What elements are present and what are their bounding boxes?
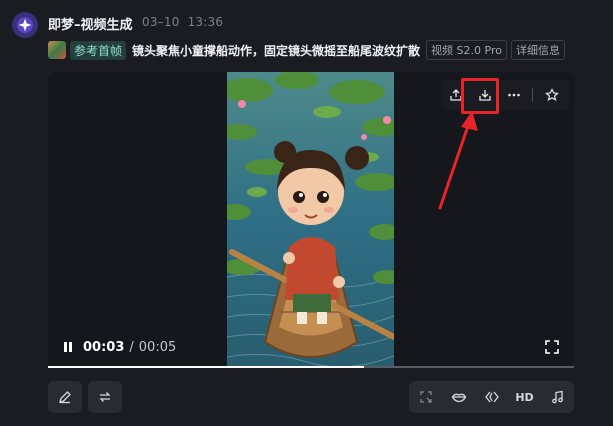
lip-sync-icon xyxy=(451,393,466,403)
regenerate-icon xyxy=(99,392,111,402)
fullscreen-button[interactable] xyxy=(545,339,561,355)
sparkle-logo-icon xyxy=(17,17,33,33)
fullscreen-icon xyxy=(545,340,559,354)
prompt-text: 镜头聚焦小童撑船动作，固定镜头微摇至船尾波纹扩散 xyxy=(132,43,421,58)
toolbar-divider xyxy=(532,88,533,102)
more-icon xyxy=(507,93,520,97)
current-time: 00:03 xyxy=(83,339,125,355)
total-time: 00:05 xyxy=(138,339,177,355)
edit-button[interactable] xyxy=(48,381,82,413)
hd-icon: HD xyxy=(515,390,534,404)
reference-frame-thumbnail[interactable] xyxy=(48,41,66,59)
app-title: 即梦–视频生成 xyxy=(48,18,133,33)
video-frame-illustration xyxy=(227,72,394,367)
time-separator: / xyxy=(129,339,134,355)
time-text: 13:36 xyxy=(187,15,224,29)
interpolate-button[interactable] xyxy=(475,381,508,413)
video-frame xyxy=(227,72,394,367)
reference-frame-label[interactable]: 参考首帧 xyxy=(70,40,127,60)
timestamp: 03–10 13:36 xyxy=(142,15,223,29)
edit-icon xyxy=(59,391,71,404)
more-button[interactable] xyxy=(499,80,528,110)
pause-icon xyxy=(64,342,72,352)
red-arrow-annotation xyxy=(438,111,478,210)
video-progress-fill xyxy=(48,366,364,368)
pause-button[interactable] xyxy=(60,339,76,355)
favorite-button[interactable] xyxy=(537,80,566,110)
details-button[interactable]: 详细信息 xyxy=(510,40,565,60)
lip-sync-button[interactable] xyxy=(442,381,475,413)
frame-select-button[interactable] xyxy=(409,381,442,413)
video-player[interactable]: 00:03 / 00:05 xyxy=(48,72,574,367)
playback-controls: 00:03 / 00:05 xyxy=(60,339,176,355)
music-icon xyxy=(551,390,563,404)
star-icon xyxy=(544,88,559,102)
hd-button[interactable]: HD xyxy=(508,381,541,413)
video-progress-bar[interactable] xyxy=(48,366,574,368)
date-text: 03–10 xyxy=(142,15,180,29)
frame-select-icon xyxy=(419,391,432,403)
bottom-tools: HD xyxy=(409,381,574,413)
prompt-row: 参考首帧 镜头聚焦小童撑船动作，固定镜头微摇至船尾波纹扩散 视频 S2.0 Pr… xyxy=(48,39,569,61)
app-avatar xyxy=(12,12,38,38)
model-tag: 视频 S2.0 Pro xyxy=(426,40,507,60)
interpolate-icon xyxy=(484,391,499,403)
music-button[interactable] xyxy=(541,381,574,413)
regenerate-button[interactable] xyxy=(88,381,122,413)
